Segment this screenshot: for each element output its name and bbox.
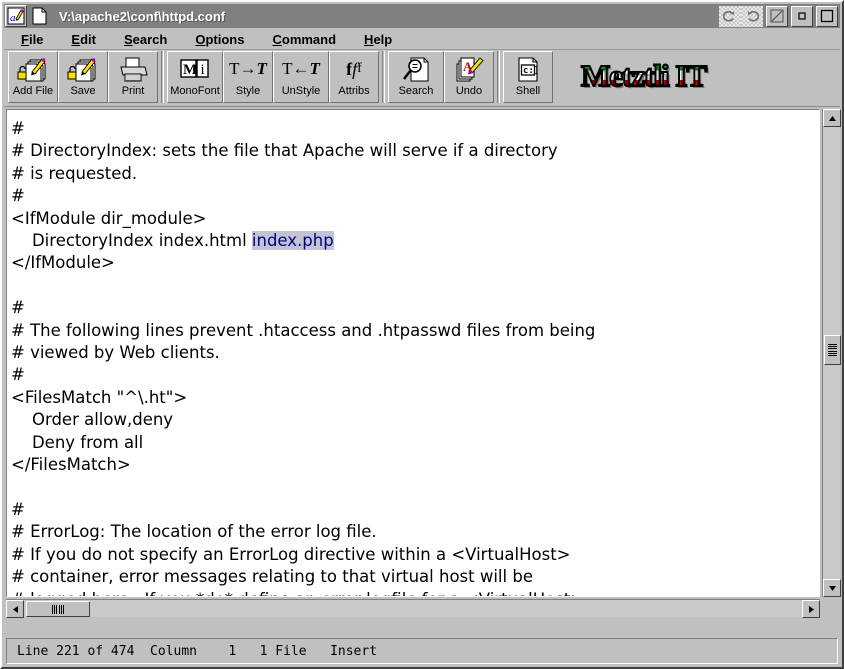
monofont-icon: M i (175, 55, 215, 83)
monofont-label: MonoFont (170, 85, 220, 97)
editor-area: # # DirectoryIndex: sets the file that A… (4, 108, 841, 632)
save-label: Save (70, 85, 96, 97)
scroll-right-arrow-icon[interactable] (802, 600, 820, 618)
vertical-scrollbar-thumb[interactable] (824, 335, 841, 365)
status-bar-text: Line 221 of 474 Column 1 1 File Insert (17, 643, 378, 659)
menu-item-file[interactable]: File (10, 31, 54, 48)
menu-item-search[interactable]: Search (113, 31, 178, 48)
selected-text[interactable]: index.php (251, 231, 334, 251)
style-label: Style (235, 85, 261, 97)
attribs-icon: fff (346, 58, 362, 79)
save-icon (67, 55, 99, 83)
minimize-small-square-icon[interactable] (791, 5, 813, 27)
menu-bar: File Edit Search Options Command Help (4, 29, 840, 50)
print-button[interactable]: Print (108, 51, 158, 103)
toolbar-group-shell: c:] Shell (503, 51, 553, 103)
save-button[interactable]: Save (58, 51, 108, 103)
undo-document-icon: A (453, 55, 485, 83)
horizontal-scrollbar-thumb[interactable] (26, 601, 90, 617)
close-slash-icon[interactable] (766, 5, 788, 27)
scroll-left-arrow-icon[interactable] (6, 600, 24, 618)
undo-button[interactable]: A Undo (444, 51, 494, 103)
svg-text:i: i (201, 62, 205, 78)
code-after-selection: </IfModule> # # The following lines prev… (11, 253, 596, 596)
undo-label: Undo (455, 85, 483, 97)
undo-circular-arrow-icon[interactable] (719, 5, 741, 27)
app-icon[interactable]: a (5, 5, 27, 27)
shell-button[interactable]: c:] Shell (503, 51, 553, 103)
toolbar-separator-2 (382, 51, 385, 103)
attribs-button[interactable]: fff Attribs (329, 51, 379, 103)
menu-item-help[interactable]: Help (353, 31, 403, 48)
svg-text:M: M (183, 62, 197, 78)
horizontal-scrollbar[interactable] (6, 599, 820, 618)
add-file-label: Add File (12, 85, 54, 97)
toolbar-group-file: Add File Save Print (8, 51, 158, 103)
search-magnifier-icon (400, 55, 432, 83)
add-file-button[interactable]: Add File (8, 51, 58, 103)
style-button[interactable]: T→ T Style (223, 51, 273, 103)
status-bar: Line 221 of 474 Column 1 1 File Insert (6, 638, 838, 664)
add-file-icon (17, 55, 49, 83)
search-button[interactable]: Search (388, 51, 444, 103)
toolbar-group-format: M i MonoFont T→ T Style T← T UnStyle f f… (167, 51, 379, 103)
document-icon (29, 5, 49, 27)
shell-prompt-icon: c:] (514, 55, 542, 83)
menu-item-options[interactable]: Options (184, 31, 255, 48)
title-bar[interactable]: a V:\apache2\conf\httpd.conf (4, 4, 840, 28)
svg-text:c:]: c:] (523, 66, 539, 76)
scrollbar-grip (828, 344, 837, 356)
toolbar-separator-1 (161, 51, 164, 103)
menu-item-command[interactable]: Command (261, 31, 347, 48)
svg-text:a: a (10, 12, 16, 24)
text-editor-window: a V:\apache2\conf\httpd.conf File Edit S… (0, 0, 844, 669)
shell-label: Shell (515, 85, 541, 97)
redo-circular-arrow-icon[interactable] (741, 5, 763, 27)
maximize-large-square-icon[interactable] (816, 5, 838, 27)
search-label: Search (398, 85, 434, 97)
toolbar-group-edit: Search A Undo (388, 51, 494, 103)
toolbar: Add File Save Print M i MonoFont T→ T St… (4, 51, 840, 107)
scroll-down-arrow-icon[interactable] (823, 579, 841, 597)
title-bar-text: V:\apache2\conf\httpd.conf (59, 8, 226, 24)
style-icon: T→ T (229, 59, 267, 78)
metztli-it-logo: Metztli IT (580, 58, 708, 94)
vertical-scrollbar[interactable] (822, 109, 841, 597)
scrollbar-grip (52, 604, 64, 614)
config-text[interactable]: # # DirectoryIndex: sets the file that A… (11, 118, 596, 596)
print-label: Print (121, 85, 145, 97)
text-canvas[interactable]: # # DirectoryIndex: sets the file that A… (6, 109, 820, 597)
monofont-button[interactable]: M i MonoFont (167, 51, 223, 103)
unstyle-button[interactable]: T← T UnStyle (273, 51, 329, 103)
unstyle-label: UnStyle (281, 85, 321, 97)
unstyle-icon: T← T (282, 59, 320, 78)
title-bar-buttons (719, 5, 838, 27)
scroll-up-arrow-icon[interactable] (823, 109, 841, 127)
toolbar-separator-3 (497, 51, 500, 103)
menu-item-edit[interactable]: Edit (60, 31, 107, 48)
printer-icon (117, 55, 149, 83)
attribs-label: Attribs (338, 85, 370, 97)
